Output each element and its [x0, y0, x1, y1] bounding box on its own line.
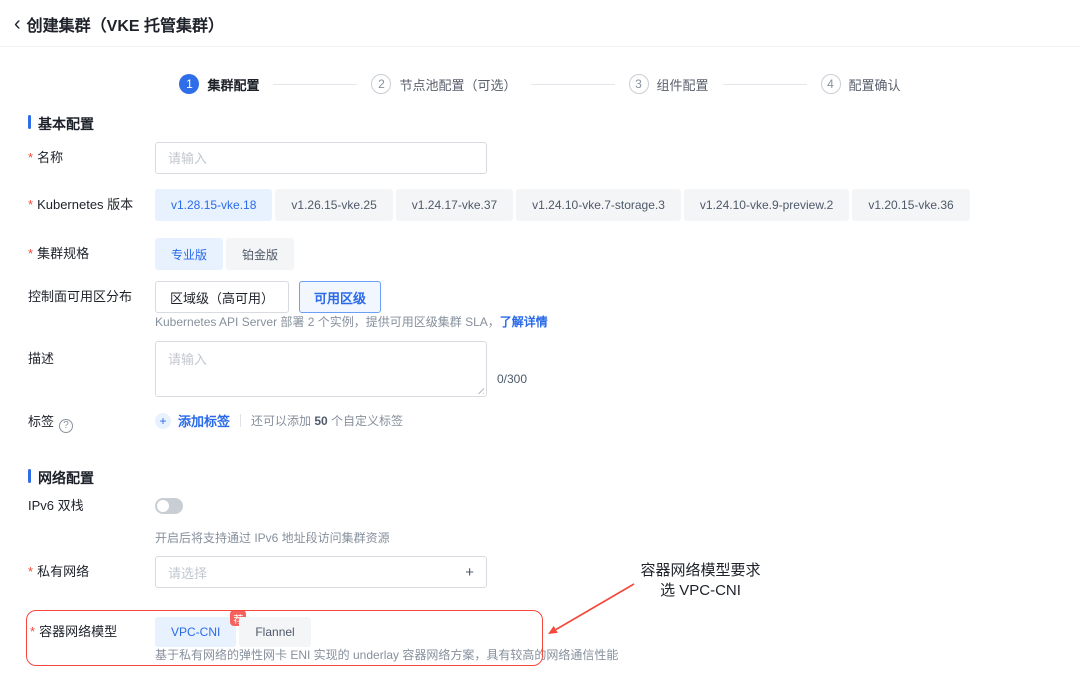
cni-option-flannel[interactable]: Flannel: [239, 617, 310, 647]
step-cluster-config[interactable]: 1 集群配置: [179, 74, 259, 94]
step-component-config[interactable]: 3 组件配置: [629, 74, 709, 94]
learn-more-link[interactable]: 了解详情: [500, 315, 548, 329]
ipv6-row: IPv6 双栈: [0, 498, 1080, 518]
tags-label: 标签?: [28, 411, 73, 433]
cluster-spec-label: *集群规格: [28, 238, 89, 270]
k8s-version-option[interactable]: v1.28.15-vke.18: [155, 189, 272, 221]
cni-option-vpc-cni[interactable]: VPC-CNI 荐: [155, 617, 236, 647]
step-4-circle: 4: [821, 74, 841, 94]
description-row: 描述: [0, 341, 1080, 397]
toggle-knob: [157, 500, 169, 512]
vpc-placeholder: 请选择: [168, 563, 207, 582]
cni-row: *容器网络模型 VPC-CNI 荐 Flannel: [0, 617, 1080, 647]
cluster-spec-option[interactable]: 专业版: [155, 238, 223, 270]
wizard-stepper: 1 集群配置 2 节点池配置（可选） 3 组件配置 4 配置确认: [0, 74, 1080, 94]
step-nodepool-config[interactable]: 2 节点池配置（可选）: [371, 74, 516, 94]
ipv6-helper-text: 开启后将支持通过 IPv6 地址段访问集群资源: [155, 529, 390, 546]
az-option-regional[interactable]: 区域级（高可用）: [155, 281, 289, 313]
tag-quota-hint: 还可以添加 50 个自定义标签: [251, 412, 403, 429]
description-label: 描述: [28, 348, 54, 367]
annotation-text: 容器网络模型要求 选 VPC-CNI: [618, 561, 783, 601]
k8s-version-label: *Kubernetes 版本: [28, 189, 133, 221]
plus-icon: +: [155, 413, 171, 429]
description-textarea[interactable]: [155, 341, 487, 397]
required-asterisk: *: [28, 197, 33, 212]
info-icon[interactable]: ?: [59, 419, 73, 433]
step-3-circle: 3: [629, 74, 649, 94]
vpc-label: *私有网络: [28, 556, 89, 588]
step-2-label: 节点池配置（可选）: [399, 75, 516, 94]
tags-row: 标签? + 添加标签 还可以添加 50 个自定义标签: [0, 411, 1080, 431]
divider: [240, 414, 241, 427]
k8s-version-option[interactable]: v1.24.17-vke.37: [396, 189, 513, 221]
create-cluster-page: ‹ 创建集群（VKE 托管集群） 1 集群配置 2 节点池配置（可选） 3 组件…: [0, 0, 1080, 676]
cluster-spec-row: *集群规格 专业版 铂金版: [0, 238, 1080, 270]
vpc-row: *私有网络 请选择 +: [0, 556, 1080, 588]
k8s-version-option[interactable]: v1.26.15-vke.25: [275, 189, 392, 221]
control-plane-az-row: 控制面可用区分布 区域级（高可用） 可用区级: [0, 281, 1080, 313]
required-asterisk: *: [28, 150, 33, 165]
add-tag-button[interactable]: + 添加标签: [155, 411, 230, 430]
step-connector: [531, 84, 615, 85]
char-counter: 0/300: [497, 372, 527, 386]
step-1-circle: 1: [179, 74, 199, 94]
name-row: *名称: [0, 142, 1080, 174]
section-basic-config: 基本配置: [28, 114, 94, 134]
step-2-circle: 2: [371, 74, 391, 94]
vpc-select[interactable]: 请选择 +: [155, 556, 487, 588]
cluster-spec-option[interactable]: 铂金版: [226, 238, 294, 270]
name-label: *名称: [28, 142, 63, 174]
section-network-config: 网络配置: [28, 468, 94, 488]
k8s-version-row: *Kubernetes 版本 v1.28.15-vke.18 v1.26.15-…: [0, 189, 1080, 221]
page-title-wrap: ‹ 创建集群（VKE 托管集群）: [14, 12, 224, 36]
required-asterisk: *: [28, 246, 33, 261]
step-3-label: 组件配置: [657, 75, 709, 94]
required-asterisk: *: [28, 564, 33, 579]
step-1-label: 集群配置: [207, 75, 259, 94]
step-confirm-config[interactable]: 4 配置确认: [821, 74, 901, 94]
ipv6-toggle[interactable]: [155, 498, 183, 514]
plus-icon[interactable]: +: [465, 564, 474, 581]
k8s-version-option[interactable]: v1.24.10-vke.7-storage.3: [516, 189, 681, 221]
k8s-version-option[interactable]: v1.20.15-vke.36: [852, 189, 969, 221]
cni-label: *容器网络模型: [30, 617, 117, 647]
ipv6-label: IPv6 双栈: [28, 498, 84, 514]
back-chevron-icon[interactable]: ‹: [14, 16, 21, 32]
required-asterisk: *: [30, 624, 35, 639]
az-option-zonal[interactable]: 可用区级: [299, 281, 381, 313]
add-tag-label: 添加标签: [178, 411, 230, 430]
cni-helper-text: 基于私有网络的弹性网卡 ENI 实现的 underlay 容器网络方案，具有较高…: [155, 646, 618, 663]
page-title: 创建集群（VKE 托管集群）: [27, 12, 224, 36]
step-connector: [723, 84, 807, 85]
control-plane-az-label: 控制面可用区分布: [28, 281, 132, 313]
az-helper-text: Kubernetes API Server 部署 2 个实例，提供可用区级集群 …: [155, 313, 548, 330]
page-header: ‹ 创建集群（VKE 托管集群）: [0, 0, 1080, 47]
step-4-label: 配置确认: [849, 75, 901, 94]
k8s-version-option[interactable]: v1.24.10-vke.9-preview.2: [684, 189, 849, 221]
step-connector: [273, 84, 357, 85]
name-input[interactable]: [155, 142, 487, 174]
